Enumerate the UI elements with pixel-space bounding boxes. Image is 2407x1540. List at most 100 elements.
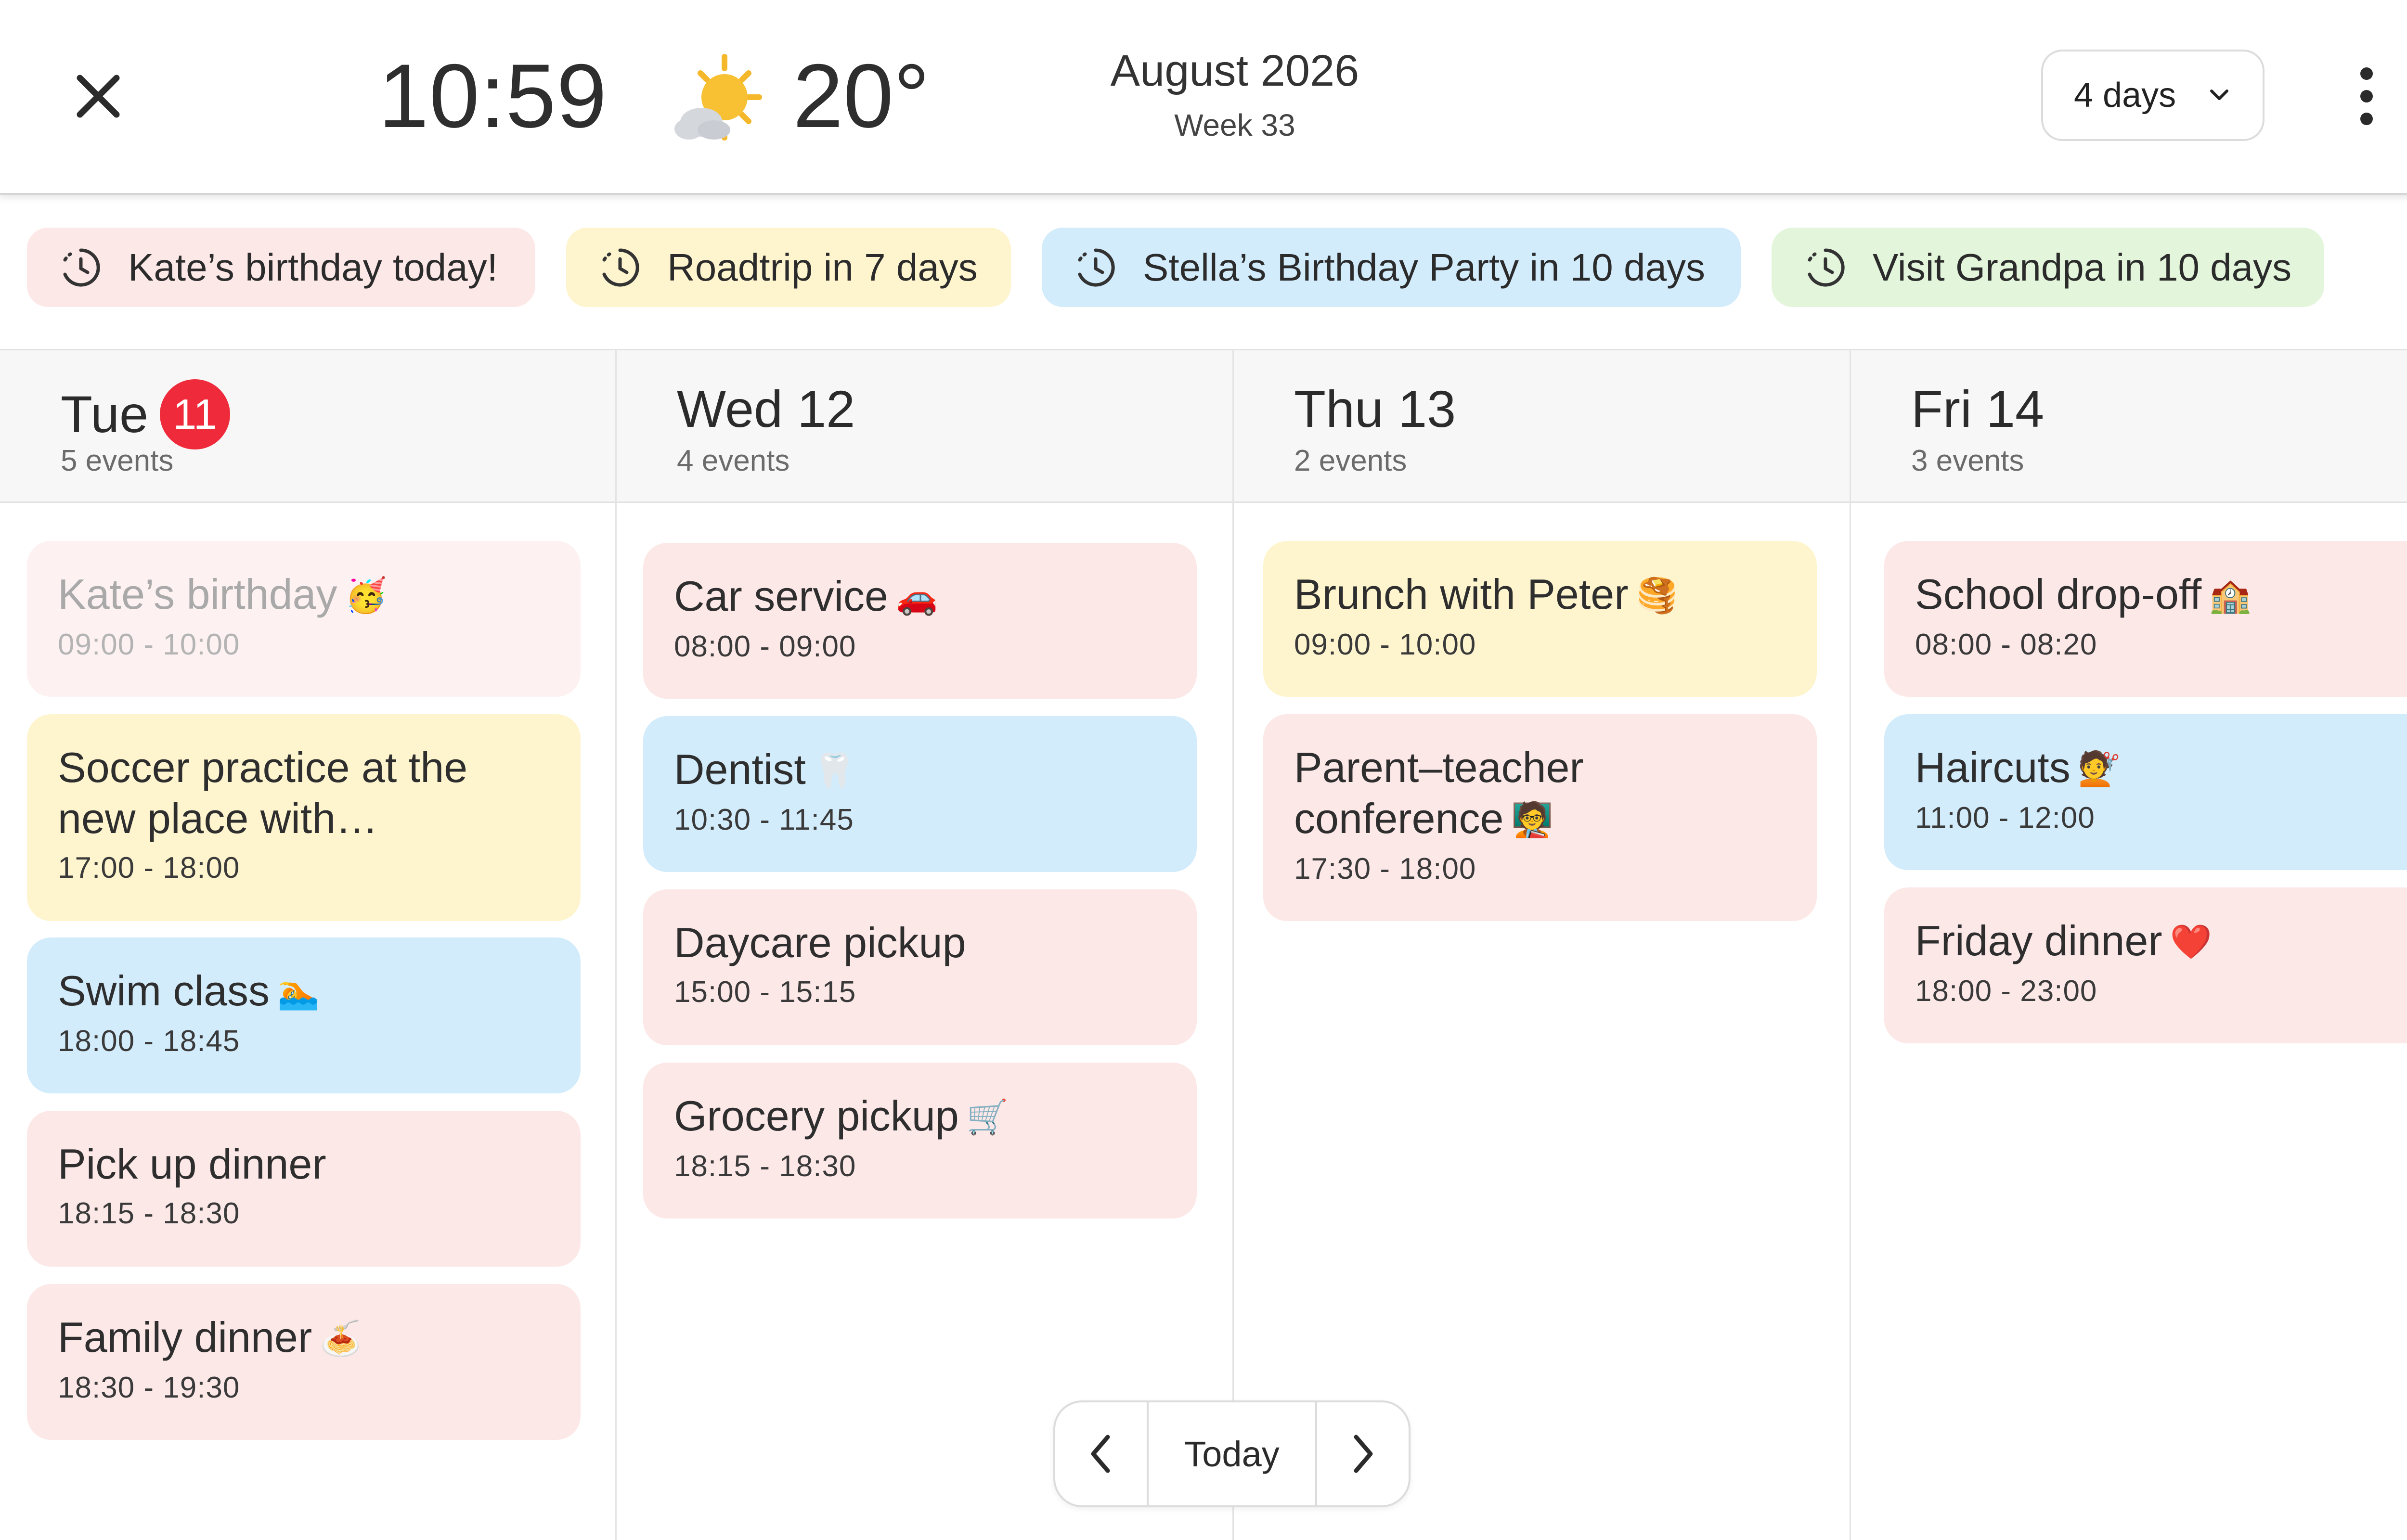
- countdown-label: Kate’s birthday today!: [128, 245, 498, 289]
- event-title: Dentist 🦷: [674, 745, 856, 793]
- event-card[interactable]: Friday dinner ❤️ 18:00 - 23:00: [1884, 887, 2407, 1043]
- previous-button[interactable]: [1055, 1402, 1147, 1505]
- event-time: 08:00 - 08:20: [1915, 628, 2097, 661]
- event-title: Swim class 🏊: [58, 967, 320, 1014]
- close-button[interactable]: [69, 65, 127, 128]
- event-time: 09:00 - 10:00: [1294, 628, 1476, 661]
- countdown-label: Stella’s Birthday Party in 10 days: [1143, 245, 1706, 289]
- countdown-chip[interactable]: Stella’s Birthday Party in 10 days: [1042, 228, 1741, 307]
- event-card[interactable]: Soccer practice at the new place with… 17…: [27, 714, 581, 921]
- countdown-bar: Kate’s birthday today! Roadtrip in 7 day…: [0, 193, 2407, 349]
- pancakes-emoji: 🥞: [1636, 576, 1678, 615]
- shopping-cart-emoji: 🛒: [966, 1097, 1009, 1137]
- view-range-dropdown[interactable]: 4 days: [2041, 50, 2265, 141]
- day-title: Wed 12: [677, 380, 855, 438]
- event-card[interactable]: Dentist 🦷 10:30 - 11:45: [643, 716, 1197, 872]
- day-title: Tue 11: [61, 379, 231, 449]
- column-divider: [1850, 349, 1851, 1540]
- day-title: Fri 14: [1911, 380, 2045, 438]
- event-title: Brunch with Peter 🥞: [1294, 570, 1678, 618]
- event-card[interactable]: Family dinner 🍝 18:30 - 19:30: [27, 1284, 581, 1440]
- event-time: 18:00 - 18:45: [58, 1025, 240, 1058]
- car-emoji: 🚗: [895, 578, 938, 617]
- partying-face-emoji: 🥳: [345, 576, 387, 615]
- temperature: 20°: [793, 45, 930, 146]
- teacher-emoji: 🧑‍🏫: [1511, 800, 1553, 839]
- event-time: 11:00 - 12:00: [1915, 801, 2095, 834]
- event-time: 08:00 - 09:00: [674, 630, 856, 663]
- day-header-wed: Wed 12 4 events: [616, 349, 1233, 503]
- event-title: Grocery pickup 🛒: [674, 1092, 1009, 1140]
- chevron-right-icon: [1354, 1435, 1373, 1473]
- countdown-icon: [1808, 248, 1845, 286]
- swimmer-emoji: 🏊: [277, 972, 320, 1012]
- date-navigation: Today: [1053, 1400, 1411, 1507]
- chevron-left-icon: [1091, 1435, 1110, 1473]
- sun-behind-cloud-icon: [674, 54, 762, 141]
- event-time: 18:15 - 18:30: [674, 1150, 856, 1183]
- event-title: Family dinner 🍝: [58, 1313, 362, 1361]
- event-title: Car service 🚗: [674, 572, 938, 620]
- countdown-icon: [63, 248, 100, 286]
- close-icon: [77, 75, 120, 118]
- day-header-fri: Fri 14 3 events: [1851, 349, 2407, 503]
- event-card[interactable]: Swim class 🏊 18:00 - 18:45: [27, 937, 581, 1093]
- event-time: 17:30 - 18:00: [1294, 852, 1476, 886]
- event-card[interactable]: Daycare pickup 15:00 - 15:15: [643, 889, 1197, 1045]
- week-label: Week 33: [1174, 108, 1295, 142]
- event-title: School drop-off 🏫: [1915, 570, 2252, 618]
- month-label: August 2026: [1110, 46, 1359, 95]
- countdown-chip[interactable]: Visit Grandpa in 10 days: [1772, 228, 2324, 307]
- event-card[interactable]: Haircuts 💇 11:00 - 12:00: [1884, 714, 2407, 870]
- countdown-icon: [602, 248, 639, 286]
- event-card[interactable]: Grocery pickup 🛒 18:15 - 18:30: [643, 1063, 1197, 1219]
- event-title: Friday dinner ❤️: [1915, 917, 2212, 964]
- event-card[interactable]: School drop-off 🏫 08:00 - 08:20: [1884, 541, 2407, 697]
- event-card[interactable]: Pick up dinner 18:15 - 18:30: [27, 1111, 581, 1267]
- event-card[interactable]: Car service 🚗 08:00 - 09:00: [643, 543, 1197, 699]
- countdown-chip[interactable]: Kate’s birthday today!: [27, 228, 535, 307]
- spaghetti-emoji: 🍝: [320, 1319, 362, 1358]
- event-count: 5 events: [61, 444, 174, 477]
- heart-emoji: ❤️: [2170, 922, 2212, 962]
- day-header-tue: Tue 11 5 events: [0, 349, 616, 503]
- day-name: Tue: [61, 385, 149, 443]
- event-card[interactable]: Kate’s birthday 🥳 09:00 - 10:00: [27, 541, 581, 697]
- event-card[interactable]: Brunch with Peter 🥞 09:00 - 10:00: [1263, 541, 1817, 697]
- countdown-label: Roadtrip in 7 days: [667, 245, 978, 289]
- event-time: 09:00 - 10:00: [58, 628, 240, 661]
- event-time: 17:00 - 18:00: [58, 851, 240, 885]
- top-bar: 10:59 20° August 2026 Week 33 4 days: [0, 0, 2407, 195]
- countdown-icon: [1078, 248, 1115, 286]
- event-card[interactable]: Parent–teacher conference 🧑‍🏫 17:30 - 18:0…: [1263, 714, 1817, 921]
- event-time: 18:30 - 19:30: [58, 1371, 240, 1404]
- event-time: 10:30 - 11:45: [674, 803, 854, 836]
- event-title: Soccer practice at the new place with…: [58, 744, 468, 842]
- event-count: 4 events: [677, 444, 790, 477]
- event-title: Kate’s birthday 🥳: [58, 570, 387, 618]
- more-options-button[interactable]: [2344, 58, 2388, 135]
- column-divider: [615, 349, 617, 1540]
- haircut-emoji: 💇: [2078, 749, 2120, 788]
- clock: 10:59: [378, 45, 608, 146]
- today-date-badge: 11: [160, 379, 231, 449]
- event-count: 2 events: [1294, 444, 1407, 477]
- day-header-thu: Thu 13 2 events: [1233, 349, 1851, 503]
- event-title: Pick up dinner: [58, 1140, 326, 1188]
- next-button[interactable]: [1317, 1402, 1409, 1505]
- event-time: 18:15 - 18:30: [58, 1197, 240, 1230]
- view-range-label: 4 days: [2074, 76, 2176, 115]
- event-title: Parent–teacher conference 🧑‍🏫: [1294, 744, 1584, 842]
- tooth-emoji: 🦷: [813, 751, 856, 790]
- school-emoji: 🏫: [2209, 576, 2252, 615]
- day-title: Thu 13: [1294, 380, 1456, 438]
- countdown-chip[interactable]: Roadtrip in 7 days: [566, 228, 1011, 307]
- today-button[interactable]: Today: [1147, 1402, 1317, 1505]
- event-time: 18:00 - 23:00: [1915, 975, 2097, 1008]
- chevron-down-icon: [2210, 90, 2228, 100]
- countdown-label: Visit Grandpa in 10 days: [1873, 245, 2292, 289]
- event-count: 3 events: [1911, 444, 2024, 477]
- event-title: Daycare pickup: [674, 919, 966, 966]
- event-title: Haircuts 💇: [1915, 744, 2120, 791]
- column-divider: [1232, 349, 1234, 1540]
